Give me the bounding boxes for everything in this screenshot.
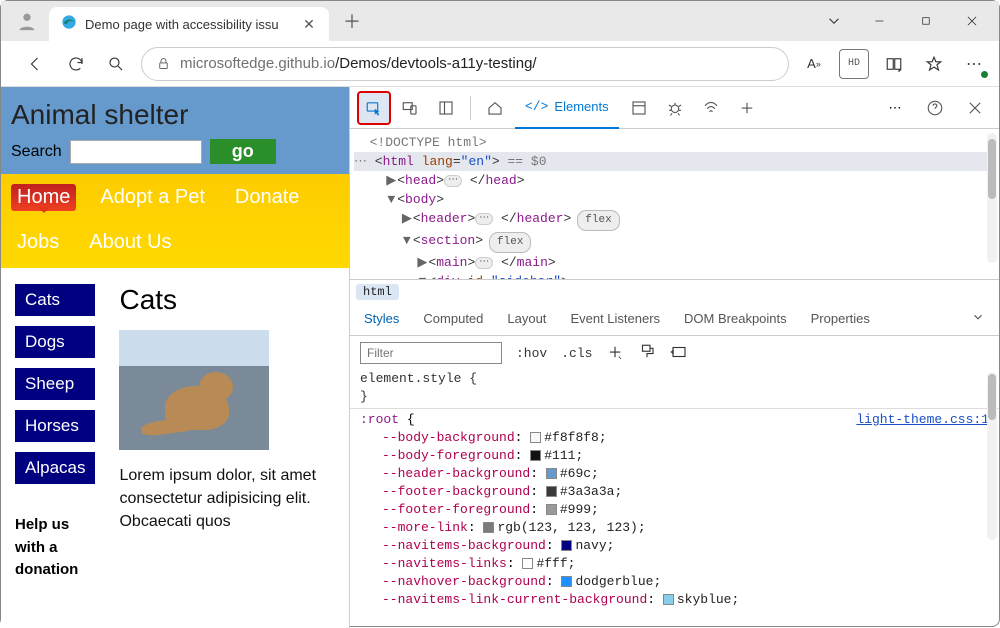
url-field[interactable]: microsoftedge.github.io/Demos/devtools-a… <box>141 47 789 81</box>
url-text: microsoftedge.github.io/Demos/devtools-a… <box>180 55 537 72</box>
styles-subtabs: Styles Computed Layout Event Listeners D… <box>350 302 999 336</box>
device-toolbar-button[interactable] <box>394 92 426 124</box>
css-source-link[interactable]: light-theme.css:1 <box>856 411 989 429</box>
reader-button[interactable] <box>879 49 909 79</box>
sidebar-item[interactable]: Sheep <box>15 368 95 400</box>
css-property-row[interactable]: --body-foreground: #111; <box>360 447 989 465</box>
css-property-row[interactable]: --footer-background: #3a3a3a; <box>360 483 989 501</box>
favorite-button[interactable] <box>919 49 949 79</box>
css-property-row[interactable]: --navitems-background: navy; <box>360 537 989 555</box>
inspect-element-button[interactable] <box>358 92 390 124</box>
nav-donate[interactable]: Donate <box>229 184 306 211</box>
styles-scrollbar[interactable] <box>987 372 997 540</box>
search-label: Search <box>11 143 62 161</box>
go-button[interactable]: go <box>210 139 276 164</box>
cls-toggle[interactable]: .cls <box>561 346 592 361</box>
subtab-layout[interactable]: Layout <box>507 311 546 326</box>
new-tab-button[interactable]: ＋ <box>335 4 369 38</box>
dock-button[interactable] <box>430 92 462 124</box>
sidebar: Cats Dogs Sheep Horses Alpacas Help us w… <box>15 284 95 582</box>
back-button[interactable] <box>21 49 51 79</box>
css-property-row[interactable]: --navhover-background: dodgerblue; <box>360 573 989 591</box>
profile-button[interactable] <box>11 5 43 37</box>
window-maximize-button[interactable] <box>903 5 949 37</box>
css-property-row[interactable]: --footer-foreground: #999; <box>360 501 989 519</box>
tab-title: Demo page with accessibility issu <box>85 17 301 32</box>
window-close-button[interactable] <box>949 5 995 37</box>
elements-tab[interactable]: </> Elements <box>515 87 619 129</box>
cat-image <box>119 330 269 450</box>
subtab-styles[interactable]: Styles <box>364 311 399 326</box>
help-button[interactable] <box>919 92 951 124</box>
hov-toggle[interactable]: :hov <box>516 346 547 361</box>
dom-tree[interactable]: <!DOCTYPE html> ⋯ <html lang="en"> == $0… <box>350 129 999 279</box>
network-tab-button[interactable] <box>695 92 727 124</box>
tab-close-button[interactable]: ✕ <box>301 16 317 32</box>
welcome-tab-button[interactable] <box>479 92 511 124</box>
hd-button[interactable]: HD <box>839 49 869 79</box>
css-property-row[interactable]: --body-background: #f8f8f8; <box>360 429 989 447</box>
sidebar-item[interactable]: Cats <box>15 284 95 316</box>
page-viewport: Animal shelter Search go Home Adopt a Pe… <box>1 87 349 628</box>
bug-tab-button[interactable] <box>659 92 691 124</box>
nav-home[interactable]: Home <box>11 184 76 211</box>
donation-text: Help us with a donation <box>15 514 95 582</box>
chevron-down-icon[interactable] <box>971 310 985 327</box>
page-title: Animal shelter <box>11 99 339 131</box>
nav-about[interactable]: About Us <box>83 229 177 256</box>
reload-button[interactable] <box>61 49 91 79</box>
devtools-panel: </> Elements ⋯ <!DOCTYPE html> ⋯ <html l… <box>349 87 999 628</box>
css-property-row[interactable]: --navitems-links: #fff; <box>360 555 989 573</box>
window-minimize-button[interactable] <box>857 5 903 37</box>
search-input[interactable] <box>70 140 202 164</box>
css-property-row[interactable]: --more-link: rgb(123, 123, 123); <box>360 519 989 537</box>
chevron-down-icon[interactable] <box>811 5 857 37</box>
css-property-row[interactable]: --navitems-link-current-background: skyb… <box>360 591 989 609</box>
styles-filter-input[interactable] <box>360 342 502 364</box>
styles-pane[interactable]: element.style { } :root {light-theme.css… <box>350 370 999 628</box>
subtab-dom-breakpoints[interactable]: DOM Breakpoints <box>684 311 787 326</box>
new-style-button[interactable] <box>606 343 624 364</box>
content-paragraph: Lorem ipsum dolor, sit amet consectetur … <box>119 464 343 534</box>
flex-button[interactable] <box>670 343 688 364</box>
page-header: Animal shelter Search go <box>1 87 349 174</box>
breadcrumb[interactable]: html <box>350 279 999 302</box>
sidebar-item[interactable]: Horses <box>15 410 95 442</box>
lock-icon <box>156 56 172 72</box>
paint-button[interactable] <box>638 343 656 364</box>
window-titlebar: Demo page with accessibility issu ✕ ＋ <box>1 1 999 41</box>
read-aloud-button[interactable]: A» <box>799 49 829 79</box>
sidebar-item[interactable]: Dogs <box>15 326 95 358</box>
page-nav: Home Adopt a Pet Donate Jobs About Us <box>1 174 349 268</box>
nav-jobs[interactable]: Jobs <box>11 229 65 256</box>
subtab-properties[interactable]: Properties <box>811 311 870 326</box>
sidebar-item[interactable]: Alpacas <box>15 452 95 484</box>
address-bar: microsoftedge.github.io/Demos/devtools-a… <box>1 41 999 87</box>
styles-filter-bar: :hov .cls <box>350 336 999 370</box>
dom-scrollbar[interactable] <box>987 133 997 263</box>
devtools-more-button[interactable]: ⋯ <box>879 92 911 124</box>
devtools-toolbar: </> Elements ⋯ <box>350 87 999 129</box>
app-tab-button[interactable] <box>623 92 655 124</box>
content-heading: Cats <box>119 284 343 316</box>
code-icon: </> <box>525 99 548 114</box>
elements-tab-label: Elements <box>554 99 608 114</box>
nav-adopt[interactable]: Adopt a Pet <box>94 184 211 211</box>
browser-tab[interactable]: Demo page with accessibility issu ✕ <box>49 7 329 41</box>
search-button[interactable] <box>101 49 131 79</box>
more-button[interactable]: ⋯ <box>959 49 989 79</box>
subtab-event-listeners[interactable]: Event Listeners <box>570 311 660 326</box>
subtab-computed[interactable]: Computed <box>423 311 483 326</box>
edge-icon <box>61 14 77 35</box>
more-tabs-button[interactable] <box>731 92 763 124</box>
devtools-close-button[interactable] <box>959 92 991 124</box>
css-property-row[interactable]: --header-background: #69c; <box>360 465 989 483</box>
